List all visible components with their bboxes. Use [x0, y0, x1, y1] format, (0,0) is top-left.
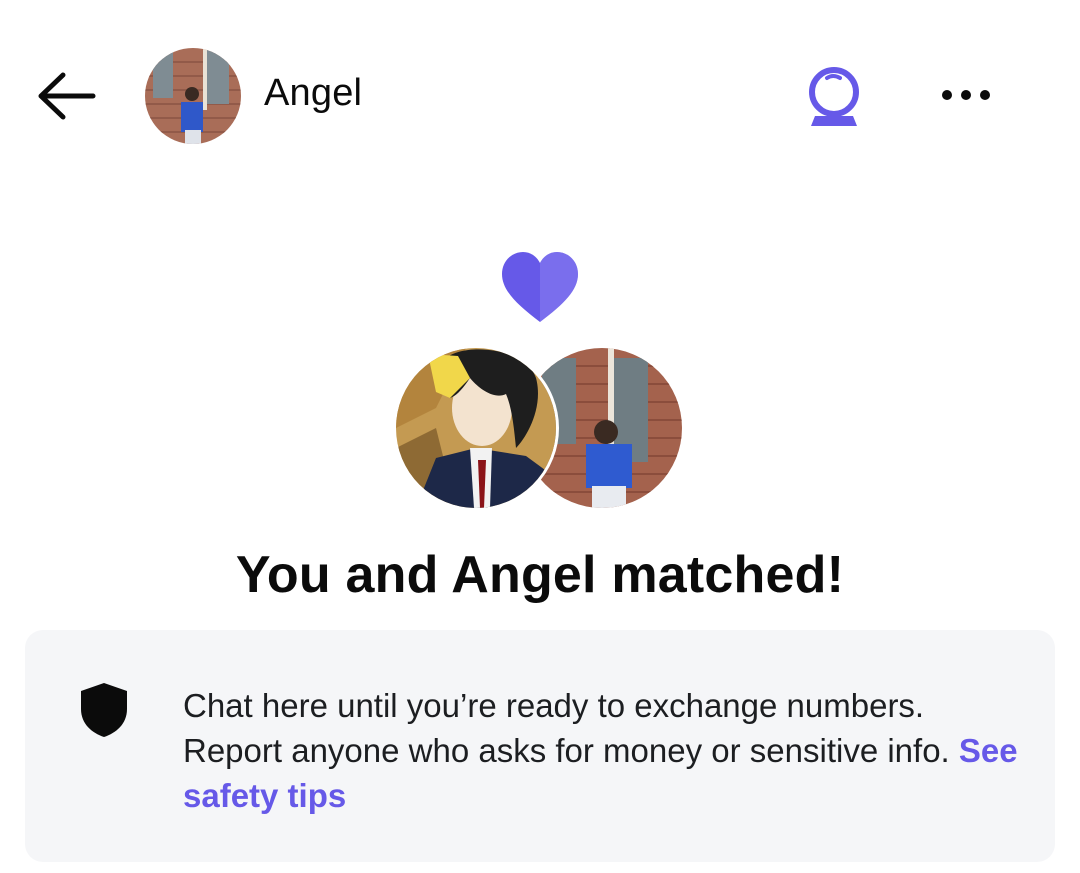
safety-text: Chat here until you’re ready to exchange… — [183, 687, 950, 769]
more-horizontal-icon — [942, 90, 990, 100]
match-avatars — [393, 345, 687, 511]
header-avatar[interactable] — [145, 48, 241, 144]
safety-message: Chat here until you’re ready to exchange… — [183, 683, 1023, 818]
crystal-ball-button[interactable] — [796, 58, 872, 134]
shield-icon — [81, 683, 127, 737]
match-avatar-user — [393, 345, 559, 511]
arrow-left-icon — [38, 72, 96, 120]
heart-icon — [502, 252, 578, 322]
match-title: You and Angel matched! — [235, 546, 845, 604]
contact-name[interactable]: Angel — [264, 72, 362, 115]
back-button[interactable] — [26, 60, 106, 132]
crystal-ball-icon — [809, 67, 859, 126]
more-options-button[interactable] — [928, 62, 1004, 128]
chat-screen: Angel You and Angel matched! Chat here u… — [0, 0, 1080, 873]
